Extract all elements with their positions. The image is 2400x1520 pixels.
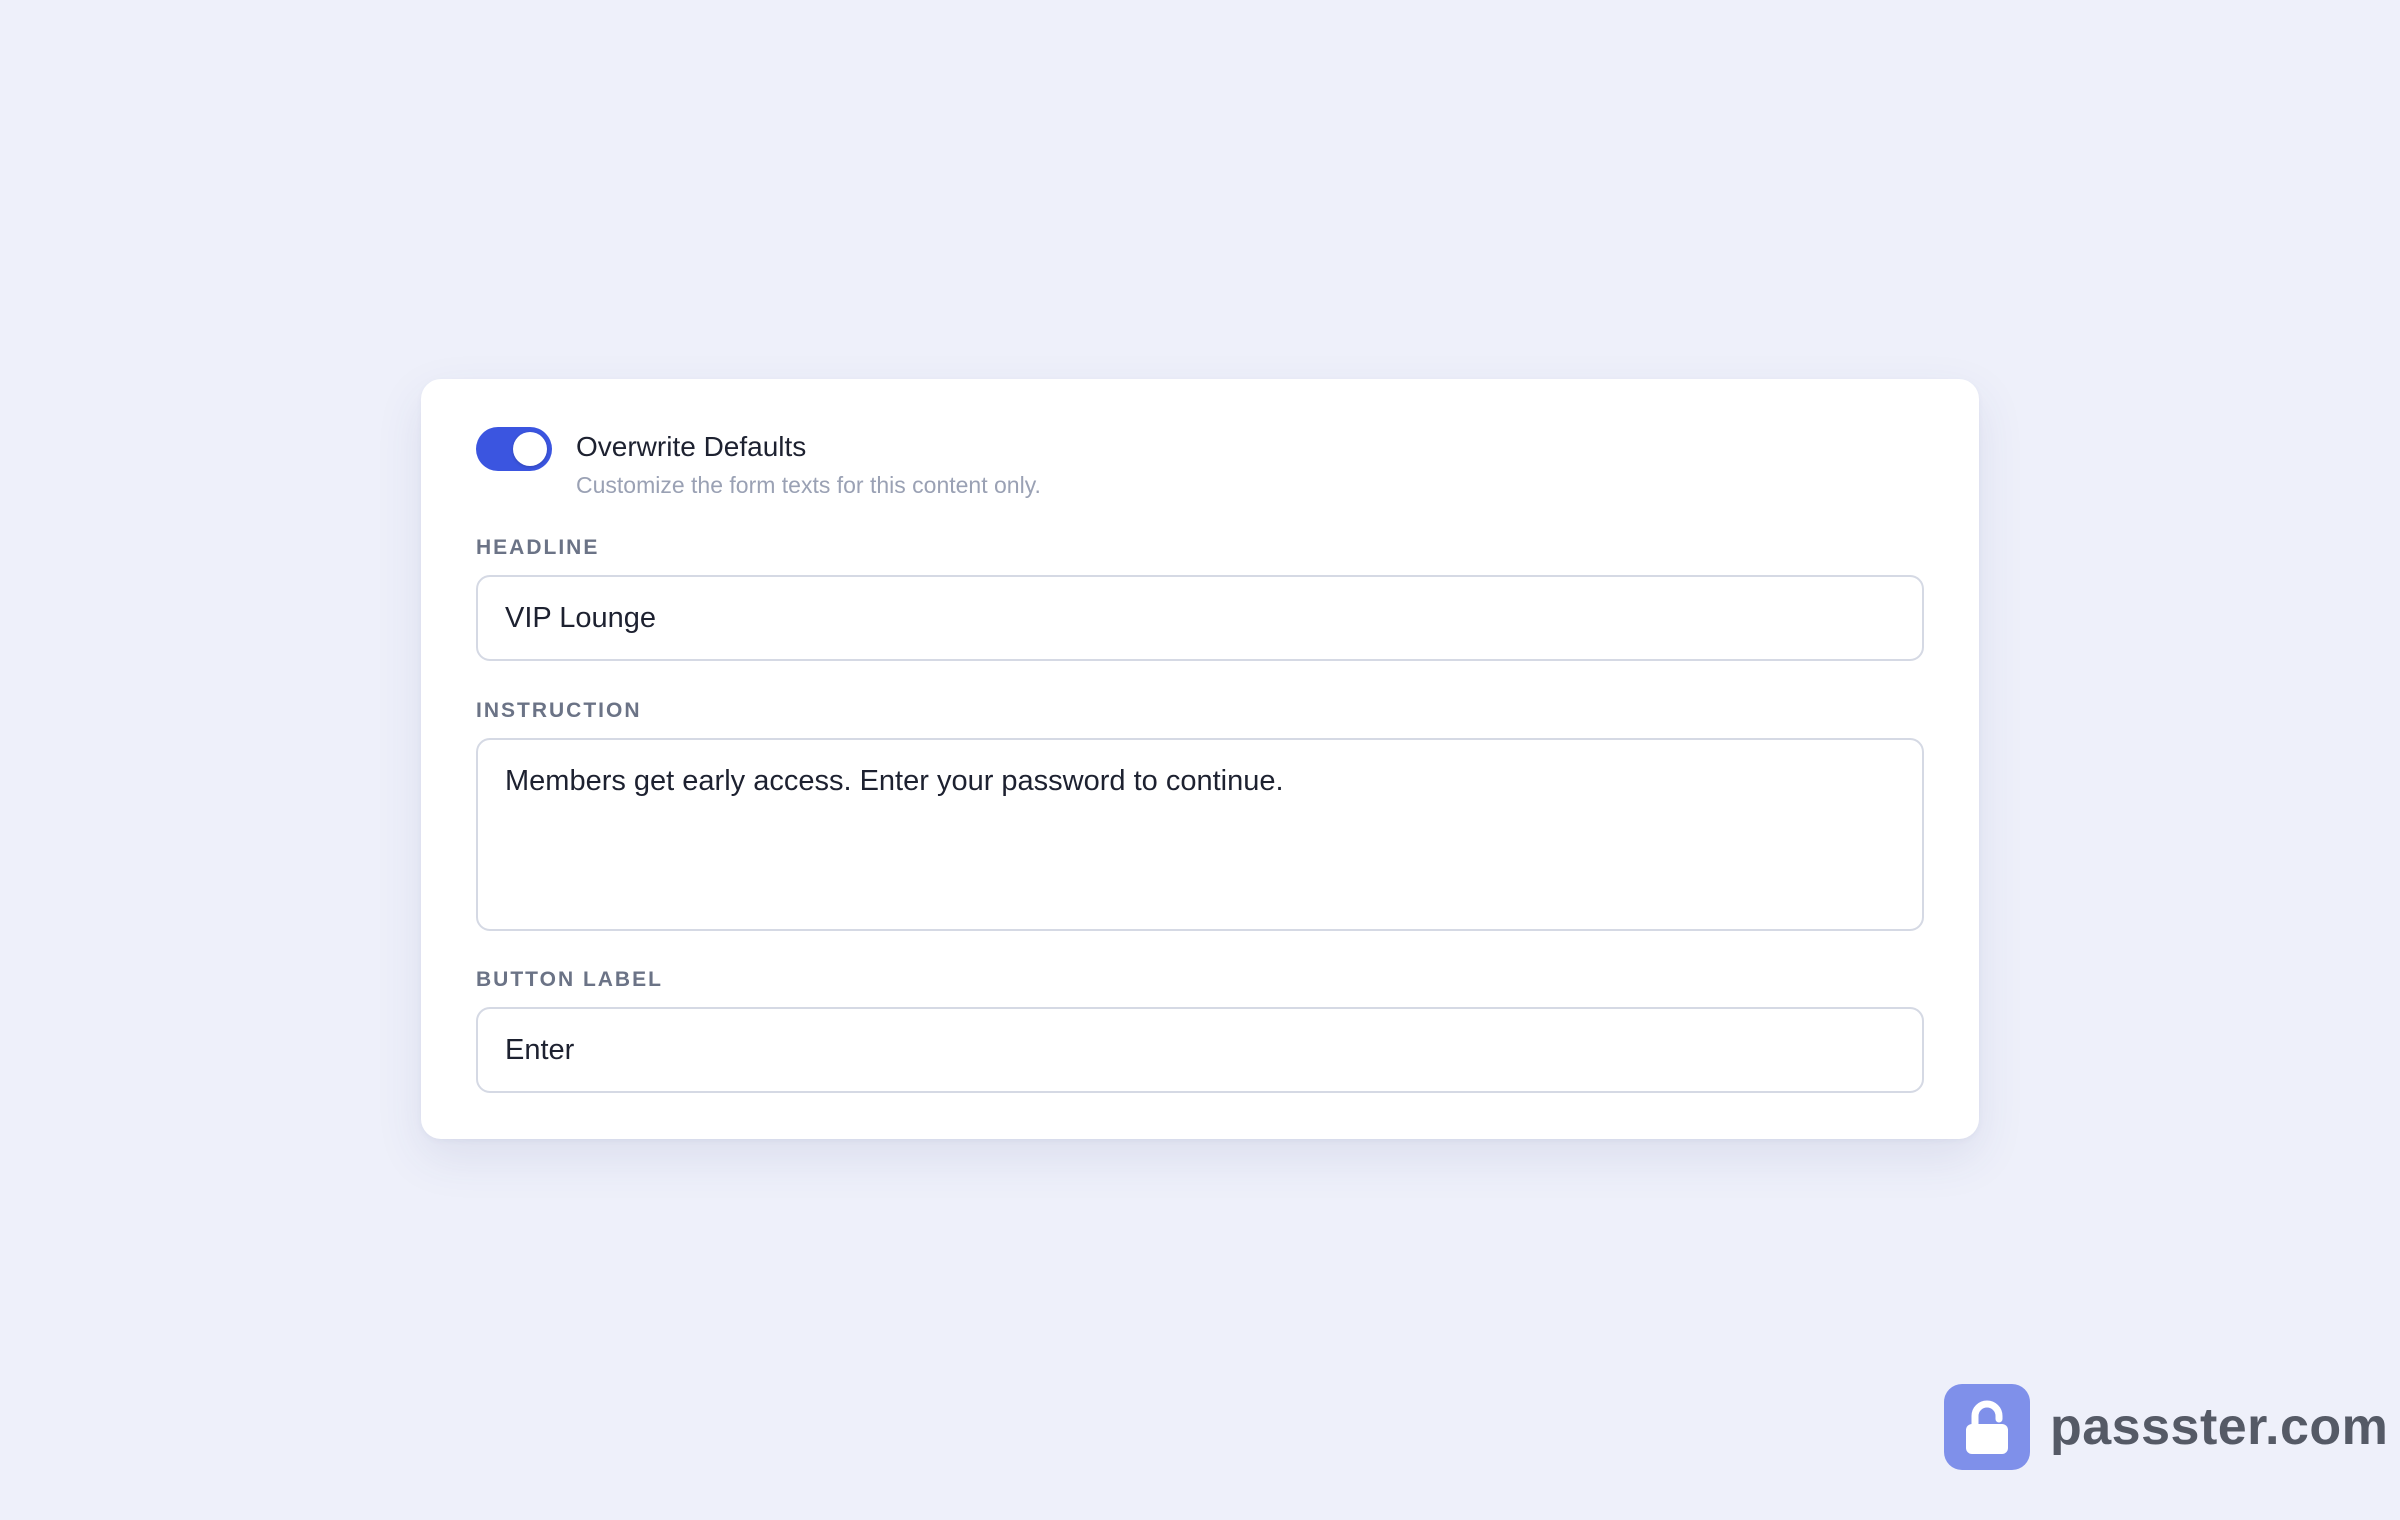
- settings-card: Overwrite Defaults Customize the form te…: [421, 379, 1979, 1139]
- brand-name: passster.com: [2050, 1398, 2389, 1456]
- instruction-label: INSTRUCTION: [476, 699, 642, 722]
- button-label-label: BUTTON LABEL: [476, 968, 663, 991]
- overwrite-defaults-row: Overwrite Defaults Customize the form te…: [476, 427, 1924, 500]
- lock-icon: [1944, 1384, 2030, 1470]
- overwrite-defaults-toggle[interactable]: [476, 427, 552, 471]
- button-label-input[interactable]: [476, 1007, 1924, 1093]
- overwrite-defaults-text: Overwrite Defaults Customize the form te…: [576, 427, 1041, 500]
- brand-watermark: passster.com: [1944, 1384, 2388, 1470]
- headline-input[interactable]: [476, 575, 1924, 661]
- instruction-textarea[interactable]: Members get early access. Enter your pas…: [476, 738, 1924, 931]
- overwrite-defaults-description: Customize the form texts for this conten…: [576, 472, 1041, 498]
- overwrite-defaults-title: Overwrite Defaults: [576, 431, 807, 462]
- toggle-knob: [513, 432, 547, 466]
- headline-label: HEADLINE: [476, 536, 600, 559]
